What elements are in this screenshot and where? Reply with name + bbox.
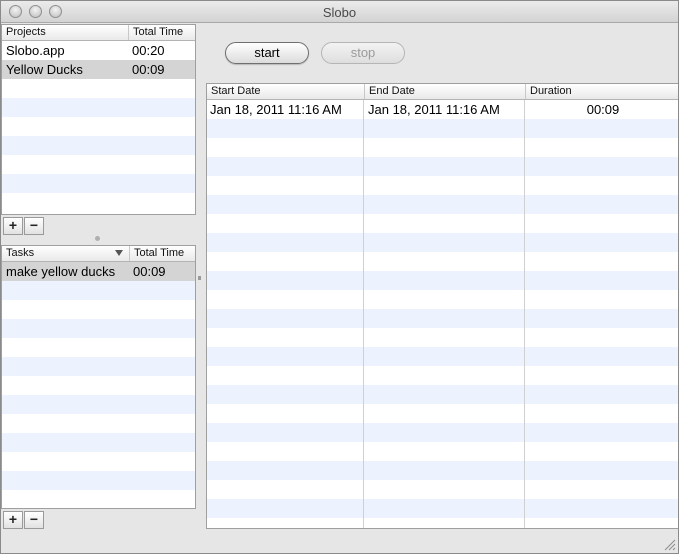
empty-row [207, 119, 678, 138]
entries-rows: Jan 18, 2011 11:16 AM Jan 18, 2011 11:16… [207, 100, 678, 528]
projects-table-header: Projects Total Time [2, 25, 195, 41]
empty-row [207, 214, 678, 233]
header-projects-total-time[interactable]: Total Time [128, 25, 195, 40]
empty-row [2, 357, 195, 376]
task-time: 00:09 [133, 264, 166, 279]
task-row-selected[interactable]: make yellow ducks 00:09 [2, 262, 195, 281]
projects-table[interactable]: Projects Total Time Slobo.app 00:20 Yell… [1, 24, 196, 215]
entry-duration: 00:09 [586, 102, 620, 117]
header-tasks[interactable]: Tasks [2, 246, 129, 261]
project-name: Slobo.app [6, 43, 65, 58]
add-project-button[interactable]: + [3, 217, 23, 235]
empty-row [2, 471, 195, 490]
empty-row [207, 461, 678, 480]
title-bar[interactable]: Slobo [1, 1, 678, 23]
empty-row [2, 319, 195, 338]
empty-row [207, 423, 678, 442]
splitter-grip-icon[interactable] [95, 236, 100, 241]
empty-row [207, 252, 678, 271]
empty-row [2, 376, 195, 395]
project-time: 00:09 [132, 62, 165, 77]
empty-row [207, 195, 678, 214]
empty-row [2, 79, 195, 98]
empty-row [2, 117, 195, 136]
empty-row [2, 136, 195, 155]
projects-button-bar: + − [3, 217, 45, 235]
empty-row [2, 193, 195, 212]
empty-row [207, 442, 678, 461]
header-projects[interactable]: Projects [2, 25, 128, 40]
resize-grip-icon[interactable] [664, 539, 676, 551]
tasks-table-header: Tasks Total Time [2, 246, 195, 262]
empty-row [207, 176, 678, 195]
project-row[interactable]: Slobo.app 00:20 [2, 41, 195, 60]
header-tasks-total-time[interactable]: Total Time [129, 246, 195, 261]
empty-row [2, 174, 195, 193]
remove-project-button[interactable]: − [24, 217, 44, 235]
empty-row [207, 271, 678, 290]
header-start-date[interactable]: Start Date [207, 84, 364, 99]
empty-row [2, 155, 195, 174]
empty-row [2, 338, 195, 357]
project-name: Yellow Ducks [6, 62, 83, 77]
empty-row [207, 385, 678, 404]
empty-row [2, 281, 195, 300]
empty-row [2, 395, 195, 414]
add-task-button[interactable]: + [3, 511, 23, 529]
empty-row [2, 433, 195, 452]
column-divider [363, 100, 364, 528]
empty-row [207, 328, 678, 347]
time-entries-table[interactable]: Start Date End Date Duration Jan 18, 201… [206, 83, 678, 529]
empty-row [207, 366, 678, 385]
empty-row [207, 157, 678, 176]
empty-row [207, 138, 678, 157]
project-time: 00:20 [132, 43, 165, 58]
window-title: Slobo [322, 5, 357, 20]
main-window: Slobo Projects Total Time Slobo.app 00:2… [0, 0, 679, 554]
empty-row [207, 404, 678, 423]
column-divider [524, 100, 525, 528]
empty-row [207, 290, 678, 309]
empty-row [2, 300, 195, 319]
entry-start-date: Jan 18, 2011 11:16 AM [210, 102, 342, 117]
project-row-selected[interactable]: Yellow Ducks 00:09 [2, 60, 195, 79]
empty-row [2, 98, 195, 117]
sort-descending-icon [115, 250, 123, 256]
empty-row [2, 414, 195, 433]
empty-row [207, 233, 678, 252]
start-button[interactable]: start [225, 42, 309, 64]
empty-row [207, 499, 678, 518]
entry-end-date: Jan 18, 2011 11:16 AM [368, 102, 500, 117]
remove-task-button[interactable]: − [24, 511, 44, 529]
stop-button[interactable]: stop [321, 42, 405, 64]
vertical-splitter-handle-icon[interactable] [198, 276, 201, 280]
empty-row [2, 490, 195, 508]
empty-row [2, 452, 195, 471]
header-end-date[interactable]: End Date [364, 84, 525, 99]
empty-row [207, 309, 678, 328]
tasks-table[interactable]: Tasks Total Time make yellow ducks 00:09 [1, 245, 196, 509]
empty-row [207, 347, 678, 366]
task-name: make yellow ducks [6, 264, 116, 279]
header-duration[interactable]: Duration [525, 84, 678, 99]
empty-row [207, 480, 678, 499]
entry-row[interactable]: Jan 18, 2011 11:16 AM Jan 18, 2011 11:16… [207, 100, 678, 119]
tasks-button-bar: + − [3, 511, 45, 529]
entries-table-header: Start Date End Date Duration [207, 84, 678, 100]
empty-row [207, 518, 678, 528]
